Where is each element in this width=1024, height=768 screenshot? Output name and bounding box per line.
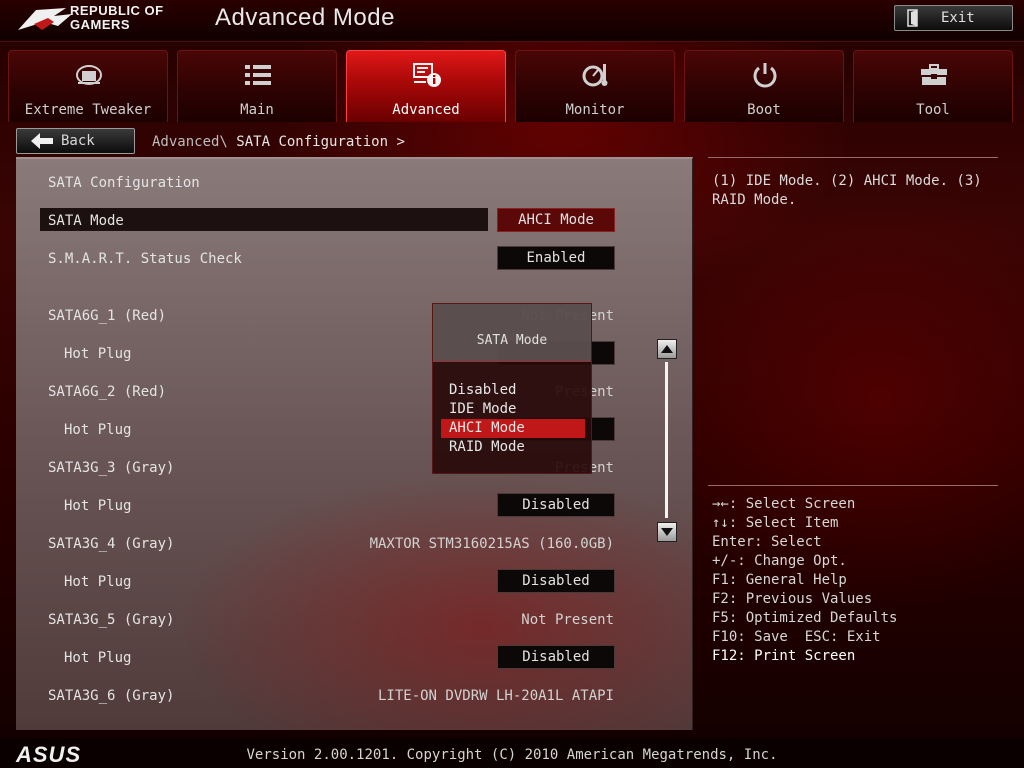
breadcrumb-current: SATA Configuration >: [236, 134, 405, 150]
power-icon: [753, 63, 777, 88]
exit-button[interactable]: Exit: [894, 5, 1013, 31]
rog-brand-text: REPUBLIC OF GAMERS: [70, 4, 164, 32]
sata3g-6-value: LITE-ON DVDRW LH-20A1L ATAPI: [377, 688, 614, 704]
brand-line-1: REPUBLIC OF: [70, 3, 164, 18]
popup-option-disabled[interactable]: Disabled: [441, 381, 585, 400]
scroll-down-button[interactable]: [657, 522, 677, 542]
scroll-down-icon: [661, 528, 673, 536]
header-bar: REPUBLIC OF GAMERS Advanced Mode Exit: [0, 0, 1024, 42]
back-button[interactable]: Back: [16, 128, 135, 154]
sata3g-6-label: SATA3G_6 (Gray): [48, 688, 175, 704]
tab-tool[interactable]: Tool: [853, 50, 1013, 122]
scrollbar-track[interactable]: [665, 362, 668, 518]
key-change-opt: +/-: Change Opt.: [712, 553, 847, 569]
popup-title: SATA Mode: [476, 333, 548, 348]
key-legend: →←: Select Screen ↑↓: Select Item Enter:…: [712, 495, 1002, 666]
help-divider-bottom: [708, 485, 998, 486]
sata6g-2-label: SATA6G_2 (Red): [48, 384, 167, 400]
toolbox-icon: [921, 64, 947, 85]
section-title: SATA Configuration: [48, 175, 200, 191]
popup-header: SATA Mode: [433, 304, 591, 362]
back-arrow-icon: [31, 133, 53, 149]
hot-plug-label[interactable]: Hot Plug: [64, 346, 131, 362]
tweaker-icon: [76, 65, 102, 85]
tab-main[interactable]: Main: [177, 50, 337, 122]
popup-option-ide-mode[interactable]: IDE Mode: [441, 400, 585, 419]
smart-status-label[interactable]: S.M.A.R.T. Status Check: [48, 251, 242, 267]
key-save-exit: F10: Save ESC: Exit: [712, 629, 881, 645]
sata3g-5-label: SATA3G_5 (Gray): [48, 612, 175, 628]
sata-mode-value[interactable]: AHCI Mode: [497, 208, 615, 232]
tab-boot[interactable]: Boot: [684, 50, 844, 122]
hot-plug-value[interactable]: Disabled: [497, 645, 615, 669]
scroll-up-icon: [661, 345, 673, 353]
scroll-up-button[interactable]: [657, 339, 677, 359]
breadcrumb: Advanced\ SATA Configuration >: [152, 134, 405, 150]
tab-label: Boot: [747, 102, 781, 118]
tab-label: Tool: [916, 102, 950, 118]
sata3g-4-label: SATA3G_4 (Gray): [48, 536, 175, 552]
hot-plug-label[interactable]: Hot Plug: [64, 650, 131, 666]
navigation-bar: Back Advanced\ SATA Configuration >: [8, 122, 1016, 154]
sata3g-4-value: MAXTOR STM3160215AS (160.0GB): [369, 536, 614, 552]
mode-title: Advanced Mode: [215, 4, 395, 31]
version-text: Version 2.00.1201. Copyright (C) 2010 Am…: [246, 747, 778, 763]
back-label: Back: [61, 133, 95, 149]
smart-status-value[interactable]: Enabled: [497, 246, 615, 270]
tab-extreme-tweaker[interactable]: Extreme Tweaker: [8, 50, 168, 122]
sata-mode-label[interactable]: SATA Mode: [48, 213, 124, 229]
popup-option-raid-mode[interactable]: RAID Mode: [441, 438, 585, 457]
sata-mode-popup: SATA Mode Disabled IDE Mode AHCI Mode RA…: [432, 303, 592, 474]
tab-label: Main: [240, 102, 274, 118]
key-select-item: ↑↓: Select Item: [712, 515, 839, 531]
key-print-screen: F12: Print Screen: [712, 648, 856, 664]
tab-label: Monitor: [565, 102, 625, 118]
advanced-info-icon: [413, 63, 441, 87]
hot-plug-label[interactable]: Hot Plug: [64, 422, 131, 438]
hot-plug-label[interactable]: Hot Plug: [64, 574, 131, 590]
tab-monitor[interactable]: Monitor: [515, 50, 675, 122]
hot-plug-label[interactable]: Hot Plug: [64, 498, 131, 514]
key-select-screen: →←: Select Screen: [712, 496, 856, 512]
brand-line-2: GAMERS: [70, 17, 131, 32]
list-icon: [245, 65, 271, 85]
exit-door-icon: [907, 9, 918, 27]
tab-advanced[interactable]: Advanced: [346, 50, 506, 122]
help-description: (1) IDE Mode. (2) AHCI Mode. (3) RAID Mo…: [712, 173, 982, 208]
popup-option-ahci-mode[interactable]: AHCI Mode: [441, 419, 585, 438]
exit-label: Exit: [941, 10, 975, 26]
sata6g-1-label: SATA6G_1 (Red): [48, 308, 167, 324]
tab-bar: Extreme Tweaker Main Advanced Monitor Bo…: [8, 50, 1016, 122]
key-optimized-defaults: F5: Optimized Defaults: [712, 610, 898, 626]
breadcrumb-parent[interactable]: Advanced\: [152, 134, 236, 150]
help-divider-top: [708, 157, 998, 158]
monitor-gauge-icon: [582, 64, 608, 87]
key-general-help: F1: General Help: [712, 572, 847, 588]
hot-plug-value[interactable]: Disabled: [497, 493, 615, 517]
key-previous-values: F2: Previous Values: [712, 591, 873, 607]
tab-label: Extreme Tweaker: [24, 102, 152, 118]
key-enter: Enter: Select: [712, 534, 822, 550]
sata3g-5-value: Not Present: [521, 612, 614, 628]
tab-label: Advanced: [392, 102, 460, 118]
hot-plug-value[interactable]: Disabled: [497, 569, 615, 593]
sata3g-3-label: SATA3G_3 (Gray): [48, 460, 175, 476]
